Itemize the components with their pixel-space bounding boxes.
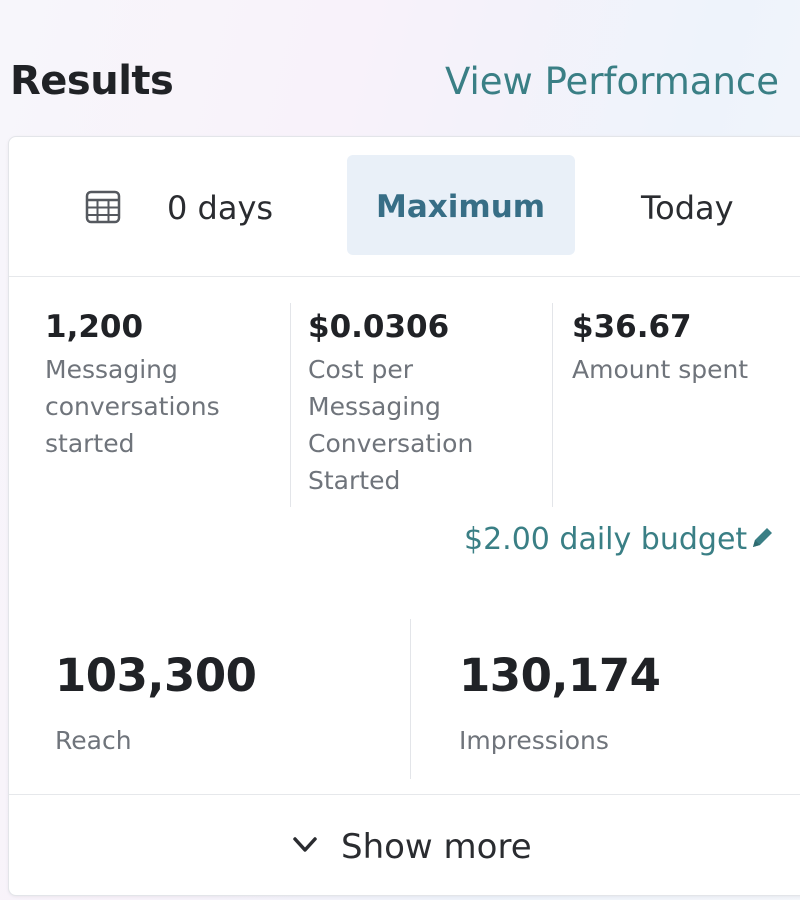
metric-cost-per-conversation: $0.0306 Cost per Messaging Conversation …	[308, 309, 548, 499]
divider	[552, 303, 553, 507]
date-option-0-days[interactable]: 0 days	[167, 189, 273, 227]
metric-value: $36.67	[572, 309, 692, 345]
chevron-down-icon	[293, 837, 317, 852]
metric-impressions: 130,174 Impressions	[459, 649, 661, 755]
metric-value: $0.0306	[308, 309, 450, 345]
metric-reach: 103,300 Reach	[55, 649, 257, 755]
pencil-icon[interactable]	[749, 525, 775, 551]
daily-budget-text: $2.00 daily budget	[464, 522, 748, 557]
metric-value: 1,200	[45, 309, 144, 345]
show-more-label: Show more	[341, 827, 532, 867]
results-header: Results View Performance	[0, 0, 800, 140]
show-more-button[interactable]: Show more	[9, 794, 800, 896]
date-option-today[interactable]: Today	[641, 189, 734, 227]
page-title: Results	[10, 58, 174, 104]
metric-label: Impressions	[459, 726, 609, 755]
metric-amount-spent: $36.67 Amount spent	[572, 309, 800, 388]
results-card: 0 days Maximum Today 1,200 Messaging con…	[8, 136, 800, 896]
view-performance-link[interactable]: View Performance	[445, 60, 779, 103]
metric-label: Messaging conversations started	[45, 355, 220, 458]
divider	[410, 619, 411, 779]
metric-value: 103,300	[55, 649, 257, 702]
calendar-icon[interactable]	[84, 189, 122, 225]
metric-messaging-conversations: 1,200 Messaging conversations started	[45, 309, 285, 462]
metric-label: Amount spent	[572, 355, 749, 384]
divider	[290, 303, 291, 507]
metric-label: Cost per Messaging Conversation Started	[308, 355, 474, 495]
metric-label: Reach	[55, 726, 132, 755]
daily-budget-link[interactable]: $2.00 daily budget	[464, 522, 775, 557]
date-range-selector: 0 days Maximum Today	[9, 137, 800, 277]
metric-value: 130,174	[459, 649, 661, 702]
date-option-maximum[interactable]: Maximum	[376, 189, 545, 225]
